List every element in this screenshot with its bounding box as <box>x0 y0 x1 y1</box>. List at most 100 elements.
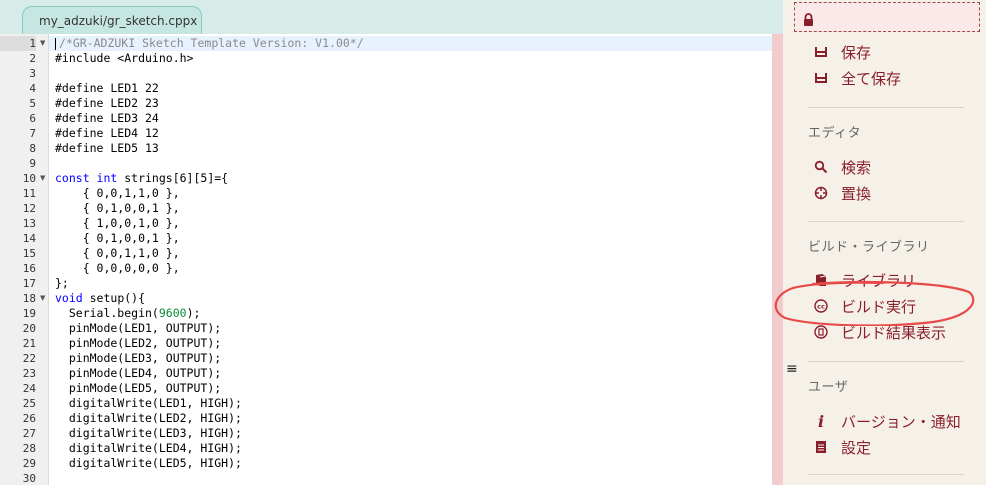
code-line[interactable]: pinMode(LED3, OUTPUT); <box>49 351 772 366</box>
document-icon <box>813 439 829 455</box>
code-line[interactable] <box>49 156 772 171</box>
line-number: 17 <box>22 277 36 290</box>
code-token: #define LED4 12 <box>55 126 159 140</box>
divider <box>808 221 964 222</box>
code-line[interactable]: { 0,0,1,1,0 }, <box>49 246 772 261</box>
search-label: 検索 <box>841 158 872 177</box>
code-line[interactable]: digitalWrite(LED2, HIGH); <box>49 411 772 426</box>
code-token: { 0,0,0,0,0 }, <box>55 261 180 275</box>
line-number: 23 <box>22 367 36 380</box>
code-line[interactable]: digitalWrite(LED1, HIGH); <box>49 396 772 411</box>
code-line[interactable]: pinMode(LED1, OUTPUT); <box>49 321 772 336</box>
line-number: 26 <box>22 412 36 425</box>
menu-icon[interactable]: ≡ <box>786 362 798 376</box>
result-icon <box>813 324 829 340</box>
lock-icon[interactable] <box>803 11 814 30</box>
code-token: }; <box>55 276 69 290</box>
code-line[interactable]: pinMode(LED4, OUTPUT); <box>49 366 772 381</box>
search-button[interactable]: 検索 <box>813 157 871 177</box>
line-number-gutter: 1 ▼ 2 3 4 5 6 7 8 9 10 ▼ 11 12 13 14 15 16 17 18 ▼ 19 20 21 22 23… <box>0 34 49 485</box>
code-token: pinMode(LED4, OUTPUT); <box>55 366 222 380</box>
line-number: 29 <box>22 457 36 470</box>
tab-bar: my_adzuki/gr_sketch.cpp x <box>0 0 783 34</box>
code-token: { 0,0,1,1,0 }, <box>55 246 180 260</box>
code-token: pinMode(LED1, OUTPUT); <box>55 321 222 335</box>
code-line[interactable] <box>49 66 772 81</box>
save-label: 保存 <box>841 43 872 62</box>
replace-label: 置換 <box>841 184 872 203</box>
sidebar: 保存 全て保存 エディタ 検索 置換 ビルド・ライブラリ ライブラリ cc ビル… <box>783 0 986 485</box>
line-number: 13 <box>22 217 36 230</box>
crosshair-icon <box>813 185 829 201</box>
code-token: const int <box>55 171 118 185</box>
settings-button[interactable]: 設定 <box>813 437 871 457</box>
annotation-circle <box>774 280 975 326</box>
line-number: 14 <box>22 232 36 245</box>
divider <box>808 474 964 475</box>
code-line[interactable]: }; <box>49 276 772 291</box>
code-token: #define LED1 22 <box>55 81 159 95</box>
code-line[interactable]: Serial.begin(9600); <box>49 306 772 321</box>
code-token: ); <box>186 306 201 320</box>
code-line[interactable]: pinMode(LED5, OUTPUT); <box>49 381 772 396</box>
code-line[interactable]: #define LED2 23 <box>49 96 772 111</box>
code-editor[interactable]: 1 ▼ 2 3 4 5 6 7 8 9 10 ▼ 11 12 13 14 15 16 17 18 ▼ 19 20 21 22 23… <box>0 34 772 485</box>
code-line[interactable]: pinMode(LED2, OUTPUT); <box>49 336 772 351</box>
code-line[interactable]: { 0,1,0,0,1 }, <box>49 201 772 216</box>
divider <box>808 107 964 108</box>
line-number: 11 <box>22 187 36 200</box>
line-number: 24 <box>22 382 36 395</box>
replace-button[interactable]: 置換 <box>813 183 871 203</box>
code-line[interactable]: { 0,0,0,0,0 }, <box>49 261 772 276</box>
line-number: 9 <box>29 157 36 170</box>
code-token: { 0,1,0,0,1 }, <box>55 201 180 215</box>
settings-label: 設定 <box>841 438 872 457</box>
code-token: #include <Arduino.h> <box>55 51 194 65</box>
code-line[interactable]: { 0,1,0,0,1 }, <box>49 231 772 246</box>
fold-toggle-icon[interactable]: ▼ <box>40 36 48 51</box>
code-token: strings[6][5]={ <box>117 171 229 185</box>
line-number: 8 <box>29 142 36 155</box>
code-token: digitalWrite(LED1, HIGH); <box>55 396 242 410</box>
code-token: Serial.begin( <box>55 306 159 320</box>
fold-toggle-icon[interactable]: ▼ <box>40 291 48 306</box>
code-line[interactable]: #define LED1 22 <box>49 81 772 96</box>
line-number: 21 <box>22 337 36 350</box>
line-number: 28 <box>22 442 36 455</box>
close-tab-icon[interactable]: x <box>190 14 197 28</box>
code-area[interactable]: /*GR-ADZUKI Sketch Template Version: V1.… <box>49 34 772 485</box>
divider <box>808 361 964 362</box>
code-line[interactable]: /*GR-ADZUKI Sketch Template Version: V1.… <box>49 36 772 51</box>
line-number: 25 <box>22 397 36 410</box>
line-number: 10 <box>22 172 36 185</box>
line-number: 27 <box>22 427 36 440</box>
code-line[interactable]: void setup(){ <box>49 291 772 306</box>
code-token: pinMode(LED5, OUTPUT); <box>55 381 222 395</box>
save-all-icon <box>813 70 829 86</box>
code-token: digitalWrite(LED5, HIGH); <box>55 456 242 470</box>
code-token: digitalWrite(LED3, HIGH); <box>55 426 242 440</box>
code-token: pinMode(LED3, OUTPUT); <box>55 351 222 365</box>
section-title-user: ユーザ <box>808 380 849 395</box>
code-line[interactable]: const int strings[6][5]={ <box>49 171 772 186</box>
line-number: 30 <box>22 472 36 485</box>
save-button[interactable]: 保存 <box>813 42 871 62</box>
code-line[interactable] <box>49 471 772 485</box>
line-number: 22 <box>22 352 36 365</box>
code-line[interactable]: #define LED5 13 <box>49 141 772 156</box>
code-line[interactable]: #include <Arduino.h> <box>49 51 772 66</box>
code-line[interactable]: { 0,0,1,1,0 }, <box>49 186 772 201</box>
code-line[interactable]: digitalWrite(LED4, HIGH); <box>49 441 772 456</box>
code-line[interactable]: #define LED4 12 <box>49 126 772 141</box>
version-notice-label: バージョン・通知 <box>841 412 961 431</box>
code-line[interactable]: digitalWrite(LED5, HIGH); <box>49 456 772 471</box>
file-tab[interactable]: my_adzuki/gr_sketch.cpp x <box>22 6 202 34</box>
lock-bar[interactable] <box>794 2 980 32</box>
fold-toggle-icon[interactable]: ▼ <box>40 171 48 186</box>
version-notice-button[interactable]: i バージョン・通知 <box>813 411 961 431</box>
code-line[interactable]: { 1,0,0,1,0 }, <box>49 216 772 231</box>
save-all-button[interactable]: 全て保存 <box>813 68 901 88</box>
code-line[interactable]: #define LED3 24 <box>49 111 772 126</box>
section-title-build: ビルド・ライブラリ <box>808 240 930 255</box>
code-line[interactable]: digitalWrite(LED3, HIGH); <box>49 426 772 441</box>
